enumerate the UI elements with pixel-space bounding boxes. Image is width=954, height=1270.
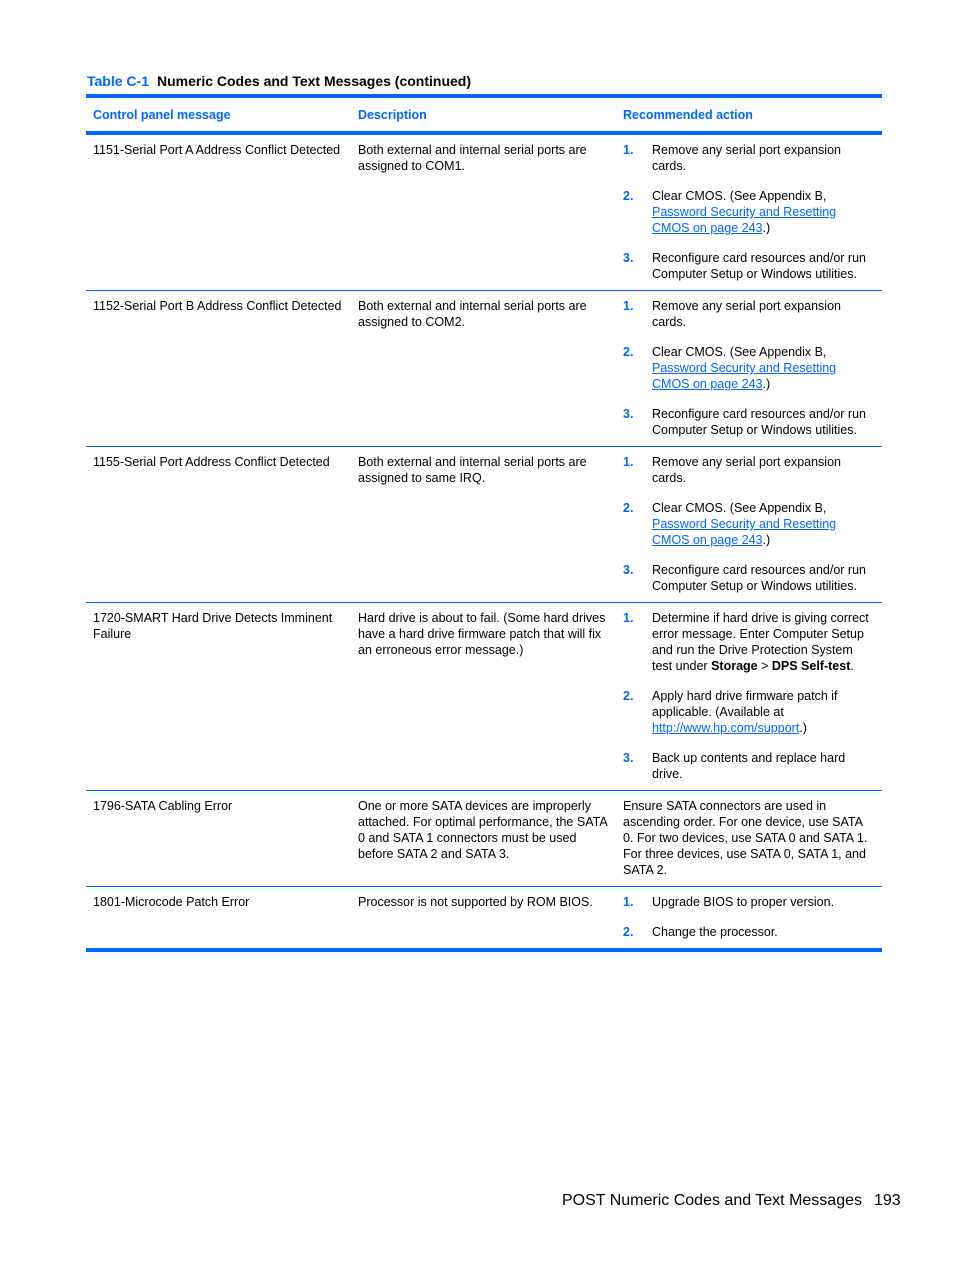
step-text: Back up contents and replace hard drive.	[652, 751, 846, 781]
description-cell: Hard drive is about to fail. (Some hard …	[358, 611, 606, 657]
header-control-panel-message: Control panel message	[93, 108, 231, 122]
table-header-row: Control panel message Description Recomm…	[86, 96, 882, 133]
message-cell: 1801-Microcode Patch Error	[93, 895, 250, 909]
table-row: 1720-SMART Hard Drive Detects Imminent F…	[86, 603, 882, 791]
step-number: 3.	[623, 563, 634, 577]
step-number: 2.	[623, 925, 634, 939]
action-step: 3. Reconfigure card resources and/or run …	[623, 250, 876, 282]
action-cell: 1. Remove any serial port expansion cards…	[616, 291, 882, 447]
header-recommended-action: Recommended action	[623, 108, 753, 122]
action-steps: 1. Remove any serial port expansion cards…	[623, 142, 876, 282]
step-text: Remove any serial port expansion cards.	[652, 455, 841, 485]
step-text-part: .)	[762, 221, 771, 235]
step-number: 2.	[623, 189, 634, 203]
step-number: 1.	[623, 455, 634, 469]
action-step: 2. Change the processor.	[623, 924, 876, 940]
description-cell: Both external and internal serial ports …	[358, 143, 587, 173]
cmos-reset-link[interactable]: Password Security and Resetting CMOS on …	[652, 361, 836, 391]
step-text-part: Apply hard drive firmware patch if appli…	[652, 689, 838, 719]
page-number: 193	[873, 1192, 901, 1209]
action-step: 2. Clear CMOS. (See Appendix B, Password …	[623, 188, 876, 236]
action-step: 1. Remove any serial port expansion cards…	[623, 298, 876, 330]
message-cell: 1151-Serial Port A Address Conflict Dete…	[93, 143, 341, 157]
action-steps: 1. Determine if hard drive is giving corr…	[623, 610, 876, 782]
action-steps: 1. Remove any serial port expansion cards…	[623, 298, 876, 438]
action-step: 1. Remove any serial port expansion cards…	[623, 142, 876, 174]
step-text: Clear CMOS. (See Appendix B, Password Se…	[652, 500, 876, 548]
step-text-part: >	[757, 659, 772, 673]
step-text-part: .	[850, 659, 854, 673]
menu-dps-self-test: DPS Self-test	[771, 659, 851, 673]
step-text-part: Clear CMOS. (See Appendix B,	[652, 345, 827, 359]
step-number: 2.	[623, 345, 634, 359]
table-caption-label: Table C-1	[87, 73, 149, 89]
action-cell: 1. Upgrade BIOS to proper version. 2. Chan…	[616, 887, 882, 951]
step-number: 1.	[623, 895, 634, 909]
step-text: Clear CMOS. (See Appendix B, Password Se…	[652, 188, 876, 236]
step-text: Determine if hard drive is giving correc…	[652, 610, 876, 674]
step-text: Change the processor.	[652, 925, 778, 939]
step-text-part: Clear CMOS. (See Appendix B,	[652, 189, 827, 203]
step-number: 2.	[623, 501, 634, 515]
step-number: 3.	[623, 407, 634, 421]
footer-section-title: POST Numeric Codes and Text Messages	[562, 1192, 862, 1209]
action-step: 3. Back up contents and replace hard driv…	[623, 750, 876, 782]
description-cell: One or more SATA devices are improperly …	[358, 799, 607, 861]
action-steps: 1. Remove any serial port expansion cards…	[623, 454, 876, 594]
step-text-part: .)	[762, 533, 771, 547]
hp-support-link[interactable]: http://www.hp.com/support	[652, 721, 799, 735]
step-text: Remove any serial port expansion cards.	[652, 143, 841, 173]
step-number: 1.	[623, 299, 634, 313]
message-cell: 1155-Serial Port Address Conflict Detect…	[93, 455, 330, 469]
action-step: 1. Upgrade BIOS to proper version.	[623, 894, 876, 910]
action-cell: 1. Remove any serial port expansion cards…	[616, 133, 882, 291]
action-step: 2. Clear CMOS. (See Appendix B, Password …	[623, 344, 876, 392]
step-text-part: .)	[762, 377, 771, 391]
step-text: Reconfigure card resources and/or run Co…	[652, 251, 867, 281]
step-text-part: Clear CMOS. (See Appendix B,	[652, 501, 827, 515]
message-cell: 1720-SMART Hard Drive Detects Imminent F…	[93, 611, 333, 641]
table-row: 1151-Serial Port A Address Conflict Dete…	[86, 133, 882, 291]
step-text-part: .)	[799, 721, 807, 735]
step-number: 3.	[623, 751, 634, 765]
description-cell: Processor is not supported by ROM BIOS.	[358, 895, 593, 909]
action-cell: Ensure SATA connectors are used in ascen…	[623, 799, 868, 877]
table-caption-title: Numeric Codes and Text Messages (continu…	[156, 73, 472, 89]
table-row: 1155-Serial Port Address Conflict Detect…	[86, 447, 882, 603]
description-cell: Both external and internal serial ports …	[358, 299, 587, 329]
step-text: Remove any serial port expansion cards.	[652, 299, 841, 329]
codes-table: Control panel message Description Recomm…	[86, 94, 882, 952]
step-number: 2.	[623, 689, 634, 703]
step-number: 3.	[623, 251, 634, 265]
table-row: 1801-Microcode Patch Error Processor is …	[86, 887, 882, 951]
action-step: 2. Clear CMOS. (See Appendix B, Password …	[623, 500, 876, 548]
cmos-reset-link[interactable]: Password Security and Resetting CMOS on …	[652, 517, 836, 547]
action-cell: 1. Remove any serial port expansion cards…	[616, 447, 882, 603]
step-text: Apply hard drive firmware patch if appli…	[652, 688, 876, 736]
action-cell: 1. Determine if hard drive is giving corr…	[616, 603, 882, 791]
action-steps: 1. Upgrade BIOS to proper version. 2. Chan…	[623, 894, 876, 940]
table-caption: Table C-1 Numeric Codes and Text Messages…	[87, 73, 471, 89]
action-step: 1. Remove any serial port expansion cards…	[623, 454, 876, 486]
step-text: Reconfigure card resources and/or run Co…	[652, 563, 867, 593]
action-step: 3. Reconfigure card resources and/or run …	[623, 406, 876, 438]
table-row: 1152-Serial Port B Address Conflict Dete…	[86, 291, 882, 447]
page-footer: POST Numeric Codes and Text Messages 193	[562, 1192, 901, 1210]
description-cell: Both external and internal serial ports …	[358, 455, 587, 485]
message-cell: 1796-SATA Cabling Error	[93, 799, 233, 813]
step-number: 1.	[623, 611, 634, 625]
step-text: Reconfigure card resources and/or run Co…	[652, 407, 867, 437]
action-step: 1. Determine if hard drive is giving corr…	[623, 610, 876, 674]
action-step: 3. Reconfigure card resources and/or run …	[623, 562, 876, 594]
message-cell: 1152-Serial Port B Address Conflict Dete…	[93, 299, 342, 313]
step-text: Upgrade BIOS to proper version.	[652, 895, 835, 909]
action-step: 2. Apply hard drive firmware patch if app…	[623, 688, 876, 736]
step-text: Clear CMOS. (See Appendix B, Password Se…	[652, 344, 876, 392]
codes-table-container: Control panel message Description Recomm…	[86, 94, 882, 952]
step-number: 1.	[623, 143, 634, 157]
menu-storage: Storage	[711, 659, 758, 673]
table-row: 1796-SATA Cabling Error One or more SATA…	[86, 791, 882, 887]
cmos-reset-link[interactable]: Password Security and Resetting CMOS on …	[652, 205, 836, 235]
header-description: Description	[358, 108, 427, 122]
